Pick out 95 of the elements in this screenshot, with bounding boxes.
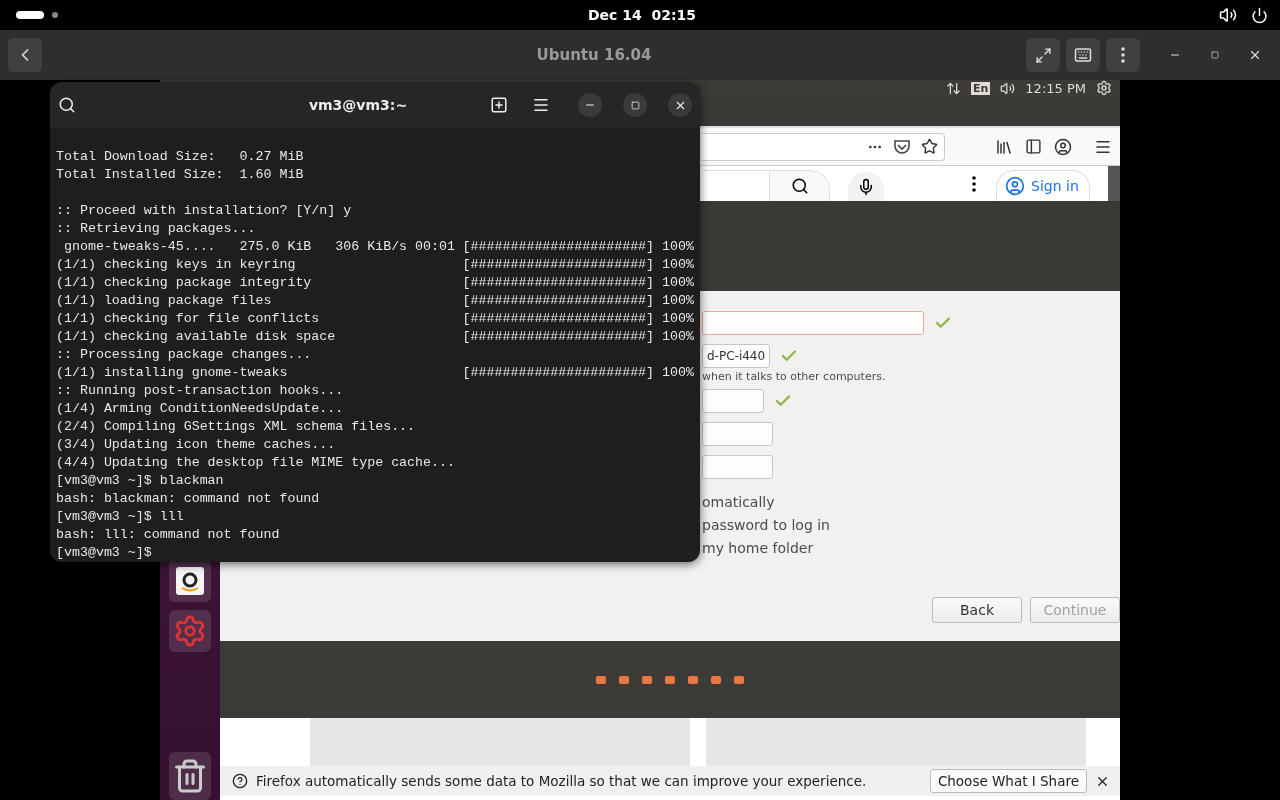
mic-button[interactable] <box>848 172 884 201</box>
mic-icon <box>857 177 875 196</box>
volume-icon[interactable] <box>1219 6 1237 24</box>
fullscreen-button[interactable] <box>1026 38 1060 72</box>
choose-share-button[interactable]: Choose What I Share <box>929 769 1087 793</box>
maximize-icon <box>630 100 640 110</box>
maximize-icon <box>1211 51 1219 59</box>
terminal-title: vm3@vm3:~ <box>307 97 409 113</box>
progress-bar-text: [######################] <box>462 256 655 274</box>
option-label[interactable]: password to log in <box>702 517 1120 534</box>
new-tab-icon[interactable] <box>490 96 508 114</box>
bookmark-star-icon[interactable] <box>921 138 938 155</box>
search-icon[interactable] <box>58 96 76 114</box>
address-bar[interactable] <box>702 132 945 161</box>
progress-bar-text: [######################] <box>462 238 655 256</box>
search-icon <box>790 177 809 195</box>
text-field[interactable] <box>702 422 773 446</box>
keyboard-icon <box>1074 46 1092 64</box>
percent-text: 100% <box>662 274 694 292</box>
terminal-line: (1/1) installing gnome-tweaks <box>56 364 288 382</box>
terminal-line: (1/1) checking for file conflicts <box>56 310 320 328</box>
network-icon[interactable] <box>946 80 961 96</box>
account-icon[interactable] <box>1054 137 1072 156</box>
scrollbar[interactable] <box>1108 166 1120 201</box>
menu-icon[interactable] <box>532 96 550 114</box>
amazon-launcher-icon[interactable] <box>169 560 211 602</box>
workspace-dot[interactable] <box>52 12 58 18</box>
hint-text: when it talks to other computers. <box>702 370 887 383</box>
fullscreen-icon <box>1034 46 1052 64</box>
terminal-line: :: Proceed with installation? [Y/n] y <box>56 202 352 220</box>
sidebar-icon[interactable] <box>1025 138 1042 155</box>
terminal-line: (1/1) loading package files <box>56 292 272 310</box>
power-icon[interactable] <box>1251 6 1268 24</box>
panel-clock[interactable]: 12:15 PM <box>1025 80 1086 96</box>
option-label[interactable]: my home folder <box>702 540 1120 557</box>
terminal-line: :: Running post-transaction hooks... <box>56 382 344 400</box>
percent-text: 100% <box>662 328 694 346</box>
progress-bar-text: [######################] <box>462 364 655 382</box>
terminal-line: (1/1) checking package integrity <box>56 274 312 292</box>
terminal-line: [vm3@vm3 ~]$ blackman <box>56 472 224 490</box>
percent-text: 100% <box>662 256 694 274</box>
notification-text: Firefox automatically sends some data to Mozilla so that we can improve your experience. <box>256 773 868 789</box>
text-field[interactable] <box>702 455 773 479</box>
percent-text: 100% <box>662 238 694 256</box>
minimize-button[interactable] <box>578 93 602 117</box>
terminal-line: (2/4) Compiling GSettings XML schema files... <box>56 418 416 436</box>
kebab-icon <box>1121 47 1125 63</box>
terminal-line: bash: lll: command not found <box>56 526 280 544</box>
terminal-line: bash: blackman: command not found <box>56 490 320 508</box>
progress-bar-text: [######################] <box>462 292 655 310</box>
pocket-icon[interactable] <box>893 137 911 156</box>
close-button[interactable] <box>668 93 692 117</box>
trash-icon[interactable] <box>169 752 211 800</box>
keyboard-button[interactable] <box>1066 38 1100 72</box>
kebab-icon <box>972 176 976 192</box>
terminal-line: gnome-tweaks-45.... 275.0 KiB 306 KiB/s 00:01 <box>62 238 455 256</box>
terminal-line: [vm3@vm3 ~]$ <box>56 544 152 562</box>
volume-icon[interactable] <box>1000 80 1016 96</box>
library-icon[interactable] <box>995 137 1013 156</box>
workspace-indicator[interactable] <box>16 11 44 19</box>
percent-text: 100% <box>662 292 694 310</box>
text-field[interactable] <box>702 311 924 335</box>
settings-icon[interactable] <box>1096 80 1112 96</box>
text-field[interactable]: d-PC-i440 <box>702 344 771 368</box>
close-icon <box>1248 48 1262 62</box>
terminal-line: Total Download Size: 0.27 MiB <box>56 148 304 166</box>
terminal-line: :: Retrieving packages... <box>56 220 256 238</box>
progress-bar-text: [######################] <box>462 328 655 346</box>
more-button[interactable] <box>972 176 976 192</box>
terminal-line: [vm3@vm3 ~]$ lll <box>56 508 184 526</box>
settings-launcher-icon[interactable] <box>169 610 211 652</box>
text-field[interactable] <box>702 389 764 413</box>
search-field[interactable] <box>702 170 830 201</box>
terminal-line: (1/1) checking available disk space <box>56 328 336 346</box>
help-icon <box>232 773 248 789</box>
maximize-button[interactable] <box>623 93 647 117</box>
terminal-line: (3/4) Updating icon theme caches... <box>56 436 336 454</box>
search-button[interactable] <box>769 171 829 201</box>
menu-button[interactable] <box>1106 38 1140 72</box>
progress-bar-text: [######################] <box>462 310 655 328</box>
keyboard-indicator[interactable]: En <box>971 81 991 95</box>
user-icon <box>1005 176 1025 196</box>
option-label[interactable]: omatically <box>702 494 1120 511</box>
window-title: Ubuntu 16.04 <box>535 46 653 64</box>
percent-text: 100% <box>662 364 694 382</box>
progress-bar-text: [######################] <box>462 274 655 292</box>
terminal-line: Total Installed Size: 1.60 MiB <box>56 166 304 184</box>
sign-in-button[interactable]: Sign in <box>996 170 1090 201</box>
percent-text: 100% <box>662 310 694 328</box>
back-button[interactable]: Back <box>932 597 1022 623</box>
clock[interactable]: Dec 14 02:15 <box>587 7 697 23</box>
terminal-line: (1/1) checking keys in keyring <box>56 256 296 274</box>
terminal-line: :: Processing package changes... <box>56 346 312 364</box>
terminal-line: (4/4) Updating the desktop file MIME type cache... <box>56 454 455 472</box>
terminal-line: (1/4) Arming ConditionNeedsUpdate... <box>56 400 344 418</box>
